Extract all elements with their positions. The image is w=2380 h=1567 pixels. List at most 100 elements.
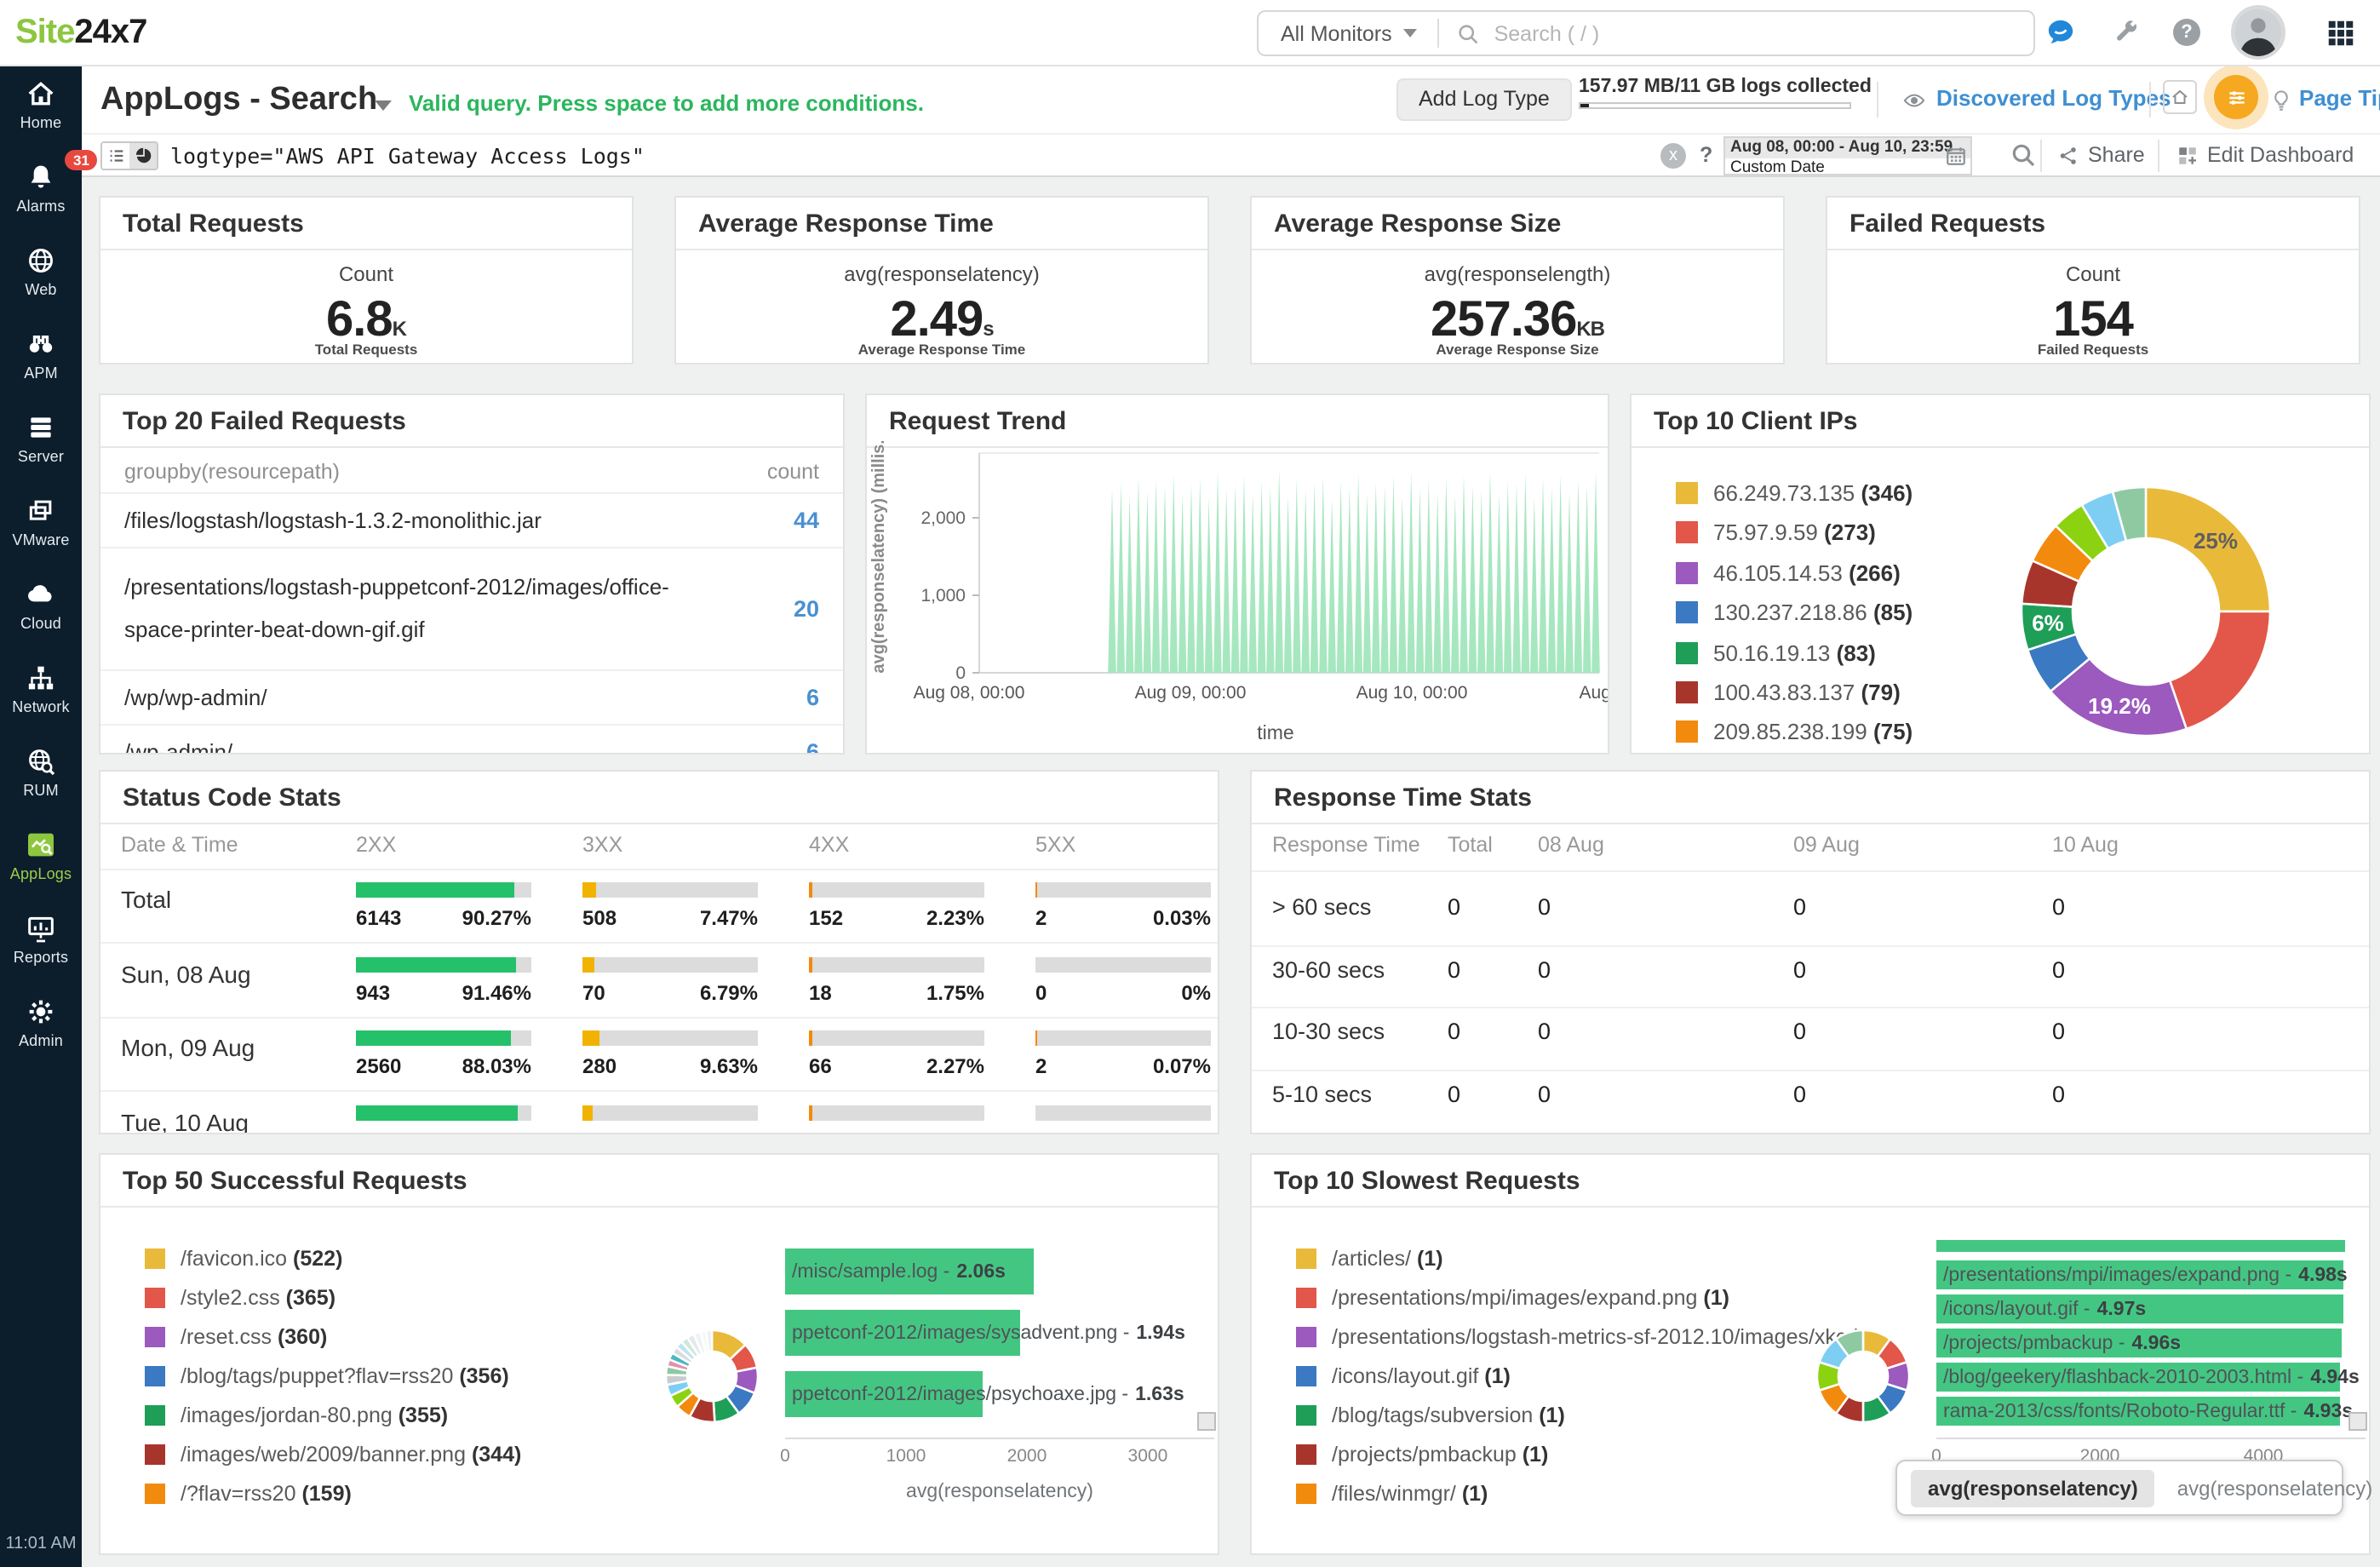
sidebar-item-web[interactable]: Web bbox=[0, 244, 82, 322]
status-bar bbox=[809, 1105, 984, 1120]
monitor-scope-dropdown[interactable]: All Monitors bbox=[1259, 21, 1438, 45]
legend-item[interactable]: /articles/ (1) bbox=[1296, 1247, 1443, 1271]
sidebar-item-alarms[interactable]: 31Alarms bbox=[0, 160, 82, 238]
sidebar-item-apm[interactable]: APM bbox=[0, 327, 82, 405]
bar-/icons/layout.gif[interactable]: /icons/layout.gif -4.97s bbox=[1936, 1294, 2343, 1323]
resource-path-cell: /presentations/logstash-puppetconf-2012/… bbox=[124, 562, 720, 655]
sidebar-item-network[interactable]: Network bbox=[0, 661, 82, 739]
successful-requests-bar-chart: /misc/sample.log -2.06s ppetconf-2012/ima… bbox=[785, 1240, 1214, 1438]
sidebar-item-rum[interactable]: RUM bbox=[0, 744, 82, 823]
series-toggle-other[interactable]: avg(responselatency) bbox=[2177, 1476, 2372, 1500]
successful-requests-donut-chart bbox=[618, 1283, 806, 1470]
axis-tick-label: 1,000 bbox=[920, 586, 966, 606]
date-range-mode: Custom Date bbox=[1725, 158, 1970, 176]
count-link[interactable]: 20 bbox=[794, 596, 819, 622]
home-shortcut-icon[interactable] bbox=[2163, 80, 2197, 114]
sidebar-item-label: Network bbox=[0, 698, 82, 715]
panel-title: Response Time Stats bbox=[1252, 772, 2369, 824]
status-bar-fill bbox=[582, 882, 595, 898]
legend-item[interactable]: /reset.css (360) bbox=[145, 1325, 327, 1349]
bar-partial[interactable] bbox=[1936, 1240, 2344, 1252]
search-input[interactable] bbox=[1481, 21, 2033, 45]
bar-/projects/pmbackup[interactable]: /projects/pmbackup -4.96s bbox=[1936, 1329, 2342, 1357]
sidebar-item-vmware[interactable]: VMware bbox=[0, 494, 82, 572]
stat-card-metric: Count bbox=[1827, 262, 2359, 286]
legend-swatch bbox=[1296, 1484, 1316, 1504]
legend-item[interactable]: /icons/layout.gif (1) bbox=[1296, 1364, 1511, 1388]
share-button[interactable]: Share bbox=[2088, 143, 2145, 167]
clear-query-icon[interactable]: x bbox=[1660, 143, 1686, 169]
sidebar-item-home[interactable]: Home bbox=[0, 77, 82, 155]
site24x7-logo[interactable]: Site24x7 bbox=[15, 14, 146, 53]
legend-item[interactable]: /style2.css (365) bbox=[145, 1286, 335, 1310]
help-icon[interactable]: ? bbox=[2166, 12, 2207, 53]
list-view-icon[interactable] bbox=[102, 143, 129, 169]
date-range-picker[interactable]: Aug 08, 00:00 - Aug 10, 23:59 Custom Dat… bbox=[1723, 136, 1972, 175]
avatar[interactable] bbox=[2231, 5, 2285, 60]
status-bar-fill bbox=[582, 1030, 599, 1046]
bar-ppetconf-2012/images/psychoaxe.jpg[interactable]: ppetconf-2012/images/psychoaxe.jpg -1.63… bbox=[785, 1371, 982, 1417]
x-axis-label: avg(responselatency) bbox=[785, 1482, 1214, 1502]
x-axis-tick: 0 bbox=[780, 1446, 790, 1467]
legend-item[interactable]: /images/jordan-80.png (355) bbox=[145, 1403, 448, 1427]
title-caret-icon[interactable] bbox=[375, 100, 392, 111]
log-query-input[interactable] bbox=[170, 140, 1618, 172]
edit-dashboard-button[interactable]: Edit Dashboard bbox=[2207, 143, 2354, 167]
response-count: 0 bbox=[1538, 1019, 1551, 1044]
stat-card-failed-requests: Failed RequestsCount154Failed Requests bbox=[1826, 196, 2360, 364]
legend-item[interactable]: /files/winmgr/ (1) bbox=[1296, 1482, 1488, 1506]
legend-item[interactable]: /blog/tags/subversion (1) bbox=[1296, 1403, 1565, 1427]
legend-item[interactable]: /blog/tags/puppet?flav=rss20 (356) bbox=[145, 1364, 509, 1388]
sidebar-item-cloud[interactable]: Cloud bbox=[0, 577, 82, 656]
chart-view-icon[interactable] bbox=[129, 143, 157, 169]
count-link[interactable]: 44 bbox=[794, 508, 819, 533]
bar-/blog/geekery/flashback-2010-2003.html[interactable]: /blog/geekery/flashback-2010-2003.html -… bbox=[1936, 1363, 2340, 1392]
response-count: 0 bbox=[1448, 956, 1460, 982]
add-log-type-button[interactable]: Add Log Type bbox=[1396, 78, 1572, 121]
panel-title: Top 50 Successful Requests bbox=[100, 1155, 1218, 1208]
server-icon bbox=[24, 410, 58, 445]
status-bar bbox=[809, 882, 984, 898]
page-tips-link[interactable]: Page Tips bbox=[2299, 85, 2380, 111]
legend-item[interactable]: /images/web/2009/banner.png (344) bbox=[145, 1443, 521, 1467]
bar-ppetconf-2012/images/sysadvent.png[interactable]: ppetconf-2012/images/sysadvent.png -1.94… bbox=[785, 1310, 1019, 1356]
sidebar-item-applogs[interactable]: AppLogs bbox=[0, 828, 82, 906]
bar-/misc/sample.log[interactable]: /misc/sample.log -2.06s bbox=[785, 1248, 1034, 1294]
series-toggle-selected[interactable]: avg(responselatency) bbox=[1911, 1469, 2155, 1507]
legend-item[interactable]: /?flav=rss20 (159) bbox=[145, 1482, 352, 1506]
bar-label: ppetconf-2012/images/psychoaxe.jpg -1.63… bbox=[792, 1371, 1184, 1417]
wrench-icon[interactable] bbox=[2105, 12, 2146, 53]
axis-tick-label: 2,000 bbox=[920, 508, 966, 528]
scrollbar-thumb[interactable] bbox=[1197, 1412, 1216, 1431]
page-tips-filter-icon[interactable] bbox=[2214, 75, 2258, 119]
count-link[interactable]: 6 bbox=[806, 738, 819, 755]
page-title[interactable]: AppLogs - Search bbox=[100, 82, 377, 119]
sidebar-item-reports[interactable]: Reports bbox=[0, 911, 82, 990]
status-values: 00% bbox=[1035, 1128, 1211, 1134]
bar-rama-2013/css/fonts/Roboto-Regular.ttf[interactable]: rama-2013/css/fonts/Roboto-Regular.ttf -… bbox=[1936, 1397, 2339, 1426]
sidebar-item-admin[interactable]: Admin bbox=[0, 995, 82, 1073]
bar-label: /icons/layout.gif -4.97s bbox=[1943, 1294, 2146, 1323]
slowest-requests-donut-chart bbox=[1769, 1283, 1957, 1470]
status-count: 2 bbox=[1035, 1054, 1047, 1078]
assist-chat-icon[interactable] bbox=[2040, 12, 2081, 53]
axis-tick-label: Aug 08, 00:00 bbox=[914, 683, 1025, 703]
apps-grid-icon[interactable] bbox=[2320, 12, 2360, 53]
scrollbar-thumb[interactable] bbox=[2348, 1412, 2367, 1431]
count-link[interactable]: 6 bbox=[806, 684, 819, 709]
divider bbox=[1252, 944, 2369, 946]
panel-title: Top 20 Failed Requests bbox=[100, 395, 843, 448]
bar-/presentations/mpi/images/expand.png[interactable]: /presentations/mpi/images/expand.png -4.… bbox=[1936, 1260, 2343, 1289]
dashboard-body: Total RequestsCount6.8KTotal RequestsAve… bbox=[82, 177, 2380, 1567]
legend-item[interactable]: /presentations/mpi/images/expand.png (1) bbox=[1296, 1286, 1729, 1310]
legend-swatch bbox=[1296, 1444, 1316, 1465]
legend-item[interactable]: /favicon.ico (522) bbox=[145, 1247, 342, 1271]
query-help-icon[interactable]: ? bbox=[1700, 143, 1712, 167]
donut-slice[interactable] bbox=[2170, 611, 2270, 729]
search-submit-icon[interactable] bbox=[2010, 141, 2037, 169]
sidebar-item-server[interactable]: Server bbox=[0, 410, 82, 489]
row-label: 5-10 secs bbox=[1272, 1081, 1372, 1106]
legend-item[interactable]: /projects/pmbackup (1) bbox=[1296, 1443, 1548, 1467]
discovered-log-types-link[interactable]: Discovered Log Types bbox=[1936, 85, 2171, 111]
panel-request-trend: Request Trend 01,0002,000Aug 08, 00:00Au… bbox=[865, 393, 1609, 755]
